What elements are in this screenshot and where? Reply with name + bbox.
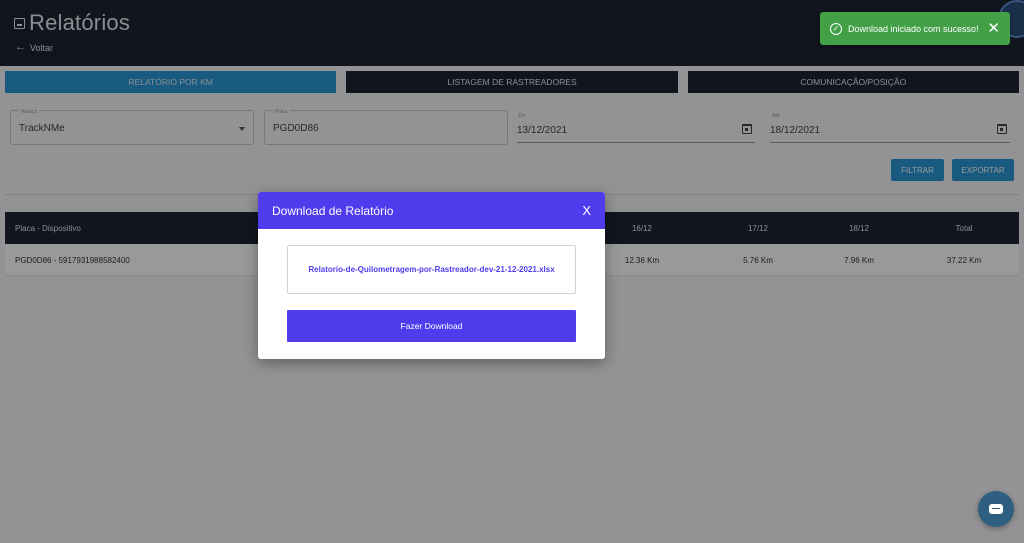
file-link[interactable]: Relatorio-de-Quilometragem-por-Rastreado…	[308, 264, 554, 276]
chat-icon	[989, 504, 1003, 514]
close-icon[interactable]: X	[582, 203, 591, 218]
chat-button[interactable]	[978, 491, 1014, 527]
success-toast: ✓ Download iniciado com sucesso! ✕	[820, 12, 1010, 45]
download-button[interactable]: Fazer Download	[287, 310, 576, 342]
toast-message: Download iniciado com sucesso!	[848, 23, 979, 34]
download-modal: Download de Relatório X Relatorio-de-Qui…	[258, 192, 605, 359]
check-circle-icon: ✓	[830, 22, 842, 35]
file-box: Relatorio-de-Quilometragem-por-Rastreado…	[287, 245, 576, 294]
modal-header: Download de Relatório X	[258, 192, 605, 229]
modal-title: Download de Relatório	[272, 203, 394, 218]
close-icon[interactable]: ✕	[987, 21, 1000, 36]
